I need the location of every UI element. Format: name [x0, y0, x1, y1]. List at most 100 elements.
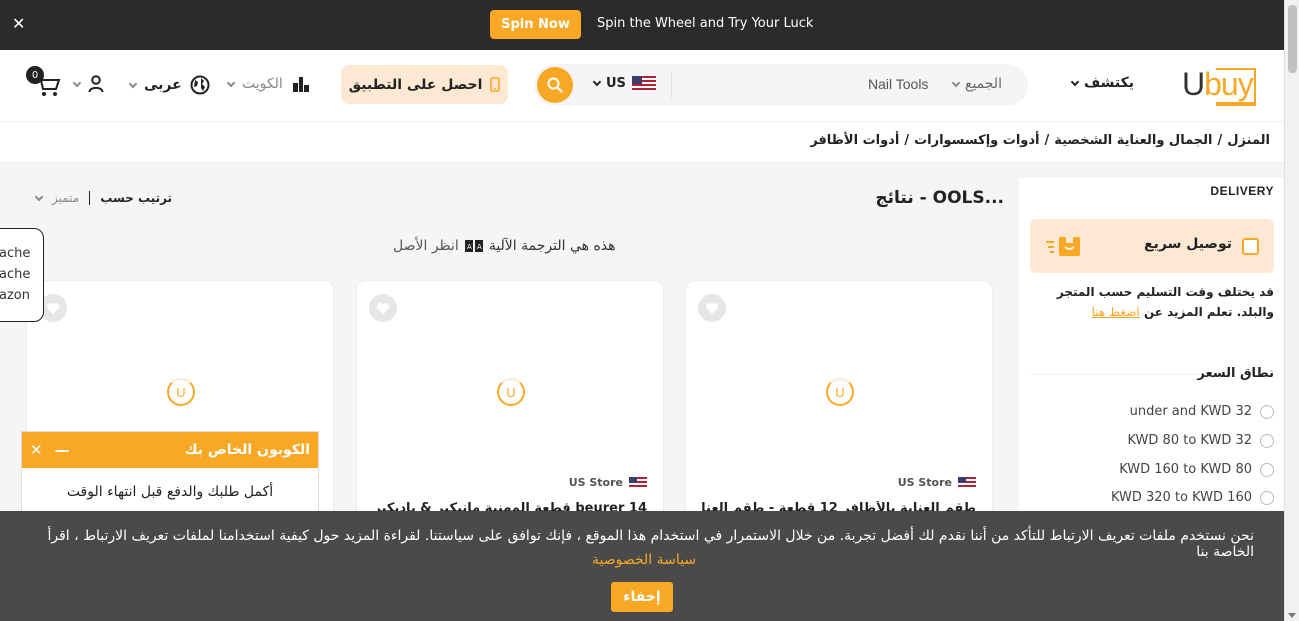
translation-notice: انظر الأصل AA هذه هي الترجمة الآلية [393, 238, 616, 254]
cookie-banner: نحن نستخدم ملفات تعريف الارتباط للتأكد م… [0, 511, 1284, 621]
logo-text: Ubuy [1182, 66, 1254, 102]
search-divider [671, 72, 672, 98]
fast-delivery-filter[interactable]: توصيل سريع [1030, 219, 1274, 273]
breadcrumb-separator: / [904, 133, 910, 148]
chevron-down-icon [1070, 77, 1080, 86]
breadcrumb-separator: / [1044, 133, 1050, 148]
price-radio[interactable] [1260, 433, 1274, 448]
translation-note: هذه هي الترجمة الآلية [488, 238, 616, 254]
fast-delivery-label: توصيل سريع [1144, 236, 1232, 252]
account-menu[interactable] [72, 75, 104, 93]
image-loading-spinner: U [826, 378, 854, 406]
price-option-label: under and KWD 32 [1129, 404, 1252, 419]
scroll-down-arrow[interactable] [1288, 613, 1296, 618]
country-label: الكويت [242, 76, 283, 92]
price-option-label: KWD 80 to KWD 32 [1127, 433, 1252, 448]
wishlist-heart-button[interactable] [698, 294, 726, 322]
delivery-note: قد يختلف وقت التسليم حسب المتجر والبلد. … [1034, 282, 1274, 322]
site-header: Ubuy يكتشف الجميع Nail Tools US احصل على… [0, 50, 1284, 122]
privacy-policy-link[interactable]: سياسة الخصوصية [592, 552, 696, 568]
search-button[interactable] [537, 67, 573, 103]
chevron-down-icon [128, 79, 138, 88]
kuwait-landmark-icon [292, 77, 309, 92]
image-loading-spinner: U [167, 378, 195, 406]
delivery-note-text: قد يختلف وقت التسليم حسب المتجر والبلد. … [1056, 285, 1274, 319]
chevron-down-icon [592, 77, 602, 87]
breadcrumb-item-nail-tools[interactable]: أدوات الأظافر [810, 133, 899, 148]
cart-button[interactable]: 0 [26, 66, 62, 102]
page-scrollbar[interactable] [1284, 0, 1299, 621]
sort-label: ترتيب حسب [100, 191, 173, 205]
category-select[interactable]: الجميع [951, 76, 1002, 92]
price-range-heading: نطاق السعر [1197, 366, 1274, 381]
coupon-widget: ✕ — الكوبون الخاص بك أكمل طلبك والدفع قب… [21, 431, 319, 521]
breadcrumb-item-beauty[interactable]: الجمال والعناية الشخصية [1054, 133, 1212, 148]
chevron-down-icon [72, 78, 82, 87]
delivery-note-link[interactable]: اضغط هنا [1092, 305, 1140, 319]
chevron-down-icon [951, 78, 961, 87]
us-flag-icon [958, 477, 976, 488]
get-app-button[interactable]: احصل على التطبيق [341, 65, 508, 104]
view-original-link[interactable]: انظر الأصل [393, 238, 459, 254]
phone-icon [490, 77, 501, 92]
store-tag: US Store [898, 476, 976, 489]
country-select[interactable]: الكويت [226, 75, 311, 93]
store-tag: US Store [569, 476, 647, 489]
scrollbar-thumb[interactable] [1288, 5, 1297, 73]
cache-popup: ache ache azon [0, 228, 44, 322]
product-card[interactable]: U US Store 14 beurer قطعة المهنية مانيكي… [356, 280, 664, 540]
wishlist-heart-button[interactable] [369, 294, 397, 322]
store-value: US [606, 76, 626, 91]
translate-icon: AA [464, 240, 483, 252]
language-label: عربى [144, 77, 182, 93]
coupon-body: أكمل طلبك والدفع قبل انتهاء الوقت [66, 484, 274, 500]
explore-menu[interactable]: يكتشف [1070, 75, 1135, 91]
breadcrumb-item-home[interactable]: المنزل [1227, 133, 1270, 148]
store-tag-label: US Store [897, 476, 952, 489]
search-icon [547, 77, 563, 93]
coupon-title: الكوبون الخاص بك [184, 442, 310, 458]
user-icon [88, 75, 104, 93]
promo-text: Spin the Wheel and Try Your Luck [597, 16, 814, 31]
ubuy-logo[interactable]: Ubuy [1182, 64, 1260, 110]
product-card[interactable]: U US Store طقم العناية بالأظافر 12 قطعة … [685, 280, 993, 540]
sort-value[interactable]: متميز [52, 191, 79, 205]
hide-cookie-button[interactable]: إخفاء [611, 582, 673, 612]
cart-count-badge: 0 [26, 66, 44, 84]
sort-divider [89, 191, 91, 205]
price-option-label: KWD 320 to KWD 160 [1110, 490, 1252, 505]
search-input[interactable]: Nail Tools [868, 76, 928, 92]
promo-bar: ✕ Spin Now Spin the Wheel and Try Your L… [0, 0, 1284, 50]
price-option[interactable]: under and KWD 32 [1130, 404, 1274, 419]
price-divider [1030, 374, 1200, 375]
minimize-icon[interactable]: — [55, 441, 70, 459]
category-value: الجميع [965, 76, 1002, 92]
explore-label: يكتشف [1084, 75, 1135, 91]
chevron-down-icon [226, 78, 236, 87]
price-radio[interactable] [1260, 462, 1274, 477]
breadcrumb-item-tools[interactable]: أدوات وإكسسوارات [914, 133, 1039, 148]
store-select[interactable]: US [592, 76, 656, 91]
price-option[interactable]: KWD 320 to KWD 160 [1111, 490, 1274, 505]
heart-icon [46, 302, 60, 314]
search-bar: الجميع Nail Tools US [534, 64, 1028, 106]
results-heading: نتائج - OOLS... [875, 188, 1004, 208]
breadcrumb-items: المنزل / الجمال والعناية الشخصية / أدوات… [810, 133, 1270, 148]
price-option[interactable]: KWD 80 to KWD 32 [1127, 433, 1274, 448]
fast-delivery-checkbox[interactable] [1242, 238, 1259, 255]
get-app-label: احصل على التطبيق [348, 76, 483, 93]
globe-icon [190, 75, 210, 95]
us-flag-icon [629, 477, 647, 488]
price-option[interactable]: KWD 160 to KWD 80 [1119, 462, 1274, 477]
price-option-label: KWD 160 to KWD 80 [1119, 462, 1252, 477]
sort-by-control[interactable]: متميز ترتيب حسب [34, 191, 173, 205]
spin-now-button[interactable]: Spin Now [490, 10, 581, 39]
price-radio[interactable] [1260, 490, 1274, 505]
close-icon[interactable]: ✕ [30, 441, 43, 459]
language-select[interactable]: عربى [128, 75, 210, 95]
store-tag-label: US Store [568, 476, 623, 489]
delivery-heading: DELIVERY [1210, 184, 1274, 198]
close-promo-icon[interactable]: ✕ [12, 14, 25, 33]
price-radio[interactable] [1260, 404, 1274, 419]
chevron-down-icon [34, 192, 44, 201]
